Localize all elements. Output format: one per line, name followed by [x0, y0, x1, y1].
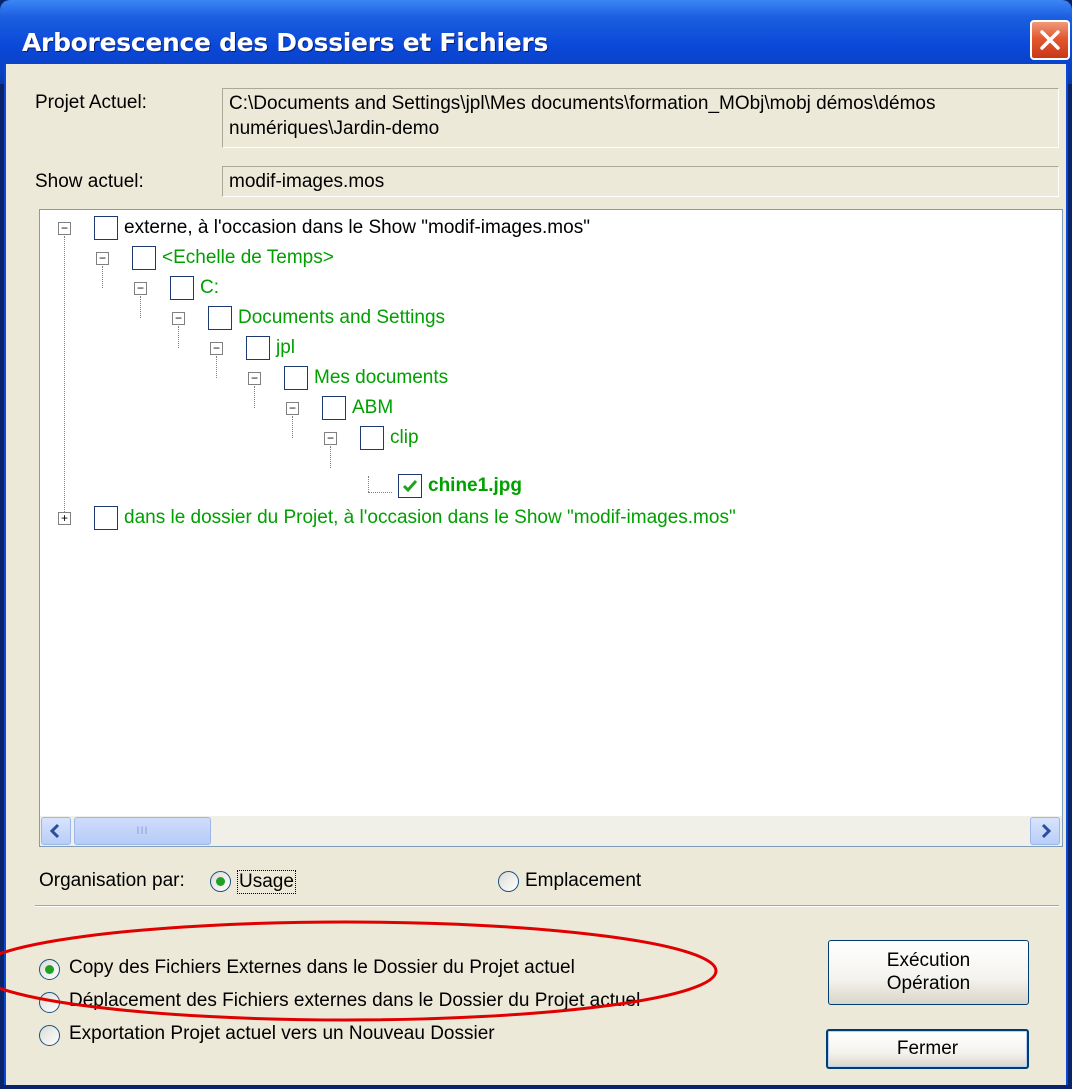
close-icon	[1040, 30, 1060, 50]
close-window-button[interactable]	[1030, 20, 1070, 60]
node-checkbox-checked[interactable]	[398, 474, 422, 498]
radio-usage-label[interactable]: Usage	[237, 870, 296, 894]
tree-node-label: jpl	[276, 337, 296, 358]
tree-node-externe[interactable]: − externe, à l'occasion dans le Show "mo…	[40, 216, 1040, 246]
collapse-icon[interactable]: −	[324, 432, 337, 445]
show-value: modif-images.mos	[229, 171, 385, 192]
chevron-left-icon	[49, 823, 60, 839]
tree-node-label: C:	[200, 277, 219, 298]
scroll-left-button[interactable]	[41, 817, 71, 845]
organisation-label: Organisation par:	[39, 870, 185, 891]
collapse-icon[interactable]: −	[172, 312, 185, 325]
tree-node-clip[interactable]: − clip	[40, 426, 1040, 456]
project-path-field: C:\Documents and Settings\jpl\Mes docume…	[222, 88, 1059, 148]
tree-node-label: Mes documents	[314, 367, 449, 388]
expand-icon[interactable]: +	[58, 512, 71, 525]
dialog-window: Arborescence des Dossiers et Fichiers Pr…	[0, 0, 1072, 1089]
project-path-line1: C:\Documents and Settings\jpl\Mes docume…	[229, 93, 936, 114]
tree-node-documents-settings[interactable]: − Documents and Settings	[40, 306, 1040, 336]
tree-node-chine1[interactable]: chine1.jpg	[40, 474, 1040, 504]
tree-node-label: <Echelle de Temps>	[162, 247, 334, 268]
tree-node-echelle[interactable]: − <Echelle de Temps>	[40, 246, 1040, 276]
collapse-icon[interactable]: −	[58, 222, 71, 235]
radio-export-project[interactable]	[39, 1025, 60, 1046]
scroll-right-button[interactable]	[1030, 817, 1060, 845]
scroll-thumb[interactable]: III	[74, 817, 211, 845]
node-checkbox[interactable]	[284, 366, 308, 390]
tree-node-label: clip	[390, 427, 419, 448]
radio-emplacement-label[interactable]: Emplacement	[525, 870, 641, 892]
tree-node-abm[interactable]: − ABM	[40, 396, 1040, 426]
tree-node-c-drive[interactable]: − C:	[40, 276, 1040, 306]
file-tree[interactable]: − externe, à l'occasion dans le Show "mo…	[39, 209, 1063, 847]
tree-node-dossier-projet[interactable]: + dans le dossier du Projet, à l'occasio…	[40, 506, 1040, 536]
annotation-ellipse	[0, 920, 718, 1022]
collapse-icon[interactable]: −	[134, 282, 147, 295]
tree-node-label: Documents and Settings	[238, 307, 446, 328]
horizontal-scrollbar[interactable]: III	[40, 816, 1062, 846]
show-field: modif-images.mos	[222, 166, 1059, 197]
checkmark-icon	[402, 480, 418, 493]
radio-emplacement[interactable]	[498, 871, 519, 892]
tree-node-jpl[interactable]: − jpl	[40, 336, 1040, 366]
tree-node-label: dans le dossier du Projet, à l'occasion …	[124, 507, 736, 528]
project-label: Projet Actuel:	[35, 92, 147, 113]
close-button[interactable]: Fermer	[826, 1029, 1029, 1069]
tree-node-label: ABM	[352, 397, 394, 418]
collapse-icon[interactable]: −	[210, 342, 223, 355]
node-checkbox[interactable]	[132, 246, 156, 270]
execute-button-line1: Exécution	[886, 950, 971, 971]
node-checkbox[interactable]	[322, 396, 346, 420]
tree-node-label: chine1.jpg	[428, 475, 522, 496]
project-path-line2: numériques\Jardin-demo	[229, 118, 440, 139]
node-checkbox[interactable]	[170, 276, 194, 300]
scroll-grip: III	[136, 825, 149, 837]
node-checkbox[interactable]	[94, 506, 118, 530]
collapse-icon[interactable]: −	[96, 252, 109, 265]
show-label: Show actuel:	[35, 171, 144, 192]
chevron-right-icon	[1041, 823, 1052, 839]
execute-operation-button[interactable]: Exécution Opération	[828, 940, 1029, 1005]
node-checkbox[interactable]	[360, 426, 384, 450]
tree-node-label: externe, à l'occasion dans le Show "modi…	[124, 217, 590, 238]
dialog-title: Arborescence des Dossiers et Fichiers	[22, 28, 549, 57]
execute-button-line2: Opération	[886, 973, 971, 994]
tree-node-mes-documents[interactable]: − Mes documents	[40, 366, 1040, 396]
divider	[35, 905, 1059, 907]
collapse-icon[interactable]: −	[248, 372, 261, 385]
node-checkbox[interactable]	[208, 306, 232, 330]
collapse-icon[interactable]: −	[286, 402, 299, 415]
radio-export-project-label[interactable]: Exportation Projet actuel vers un Nouvea…	[69, 1023, 495, 1045]
node-checkbox[interactable]	[246, 336, 270, 360]
node-checkbox[interactable]	[94, 216, 118, 240]
radio-usage[interactable]	[210, 871, 231, 892]
